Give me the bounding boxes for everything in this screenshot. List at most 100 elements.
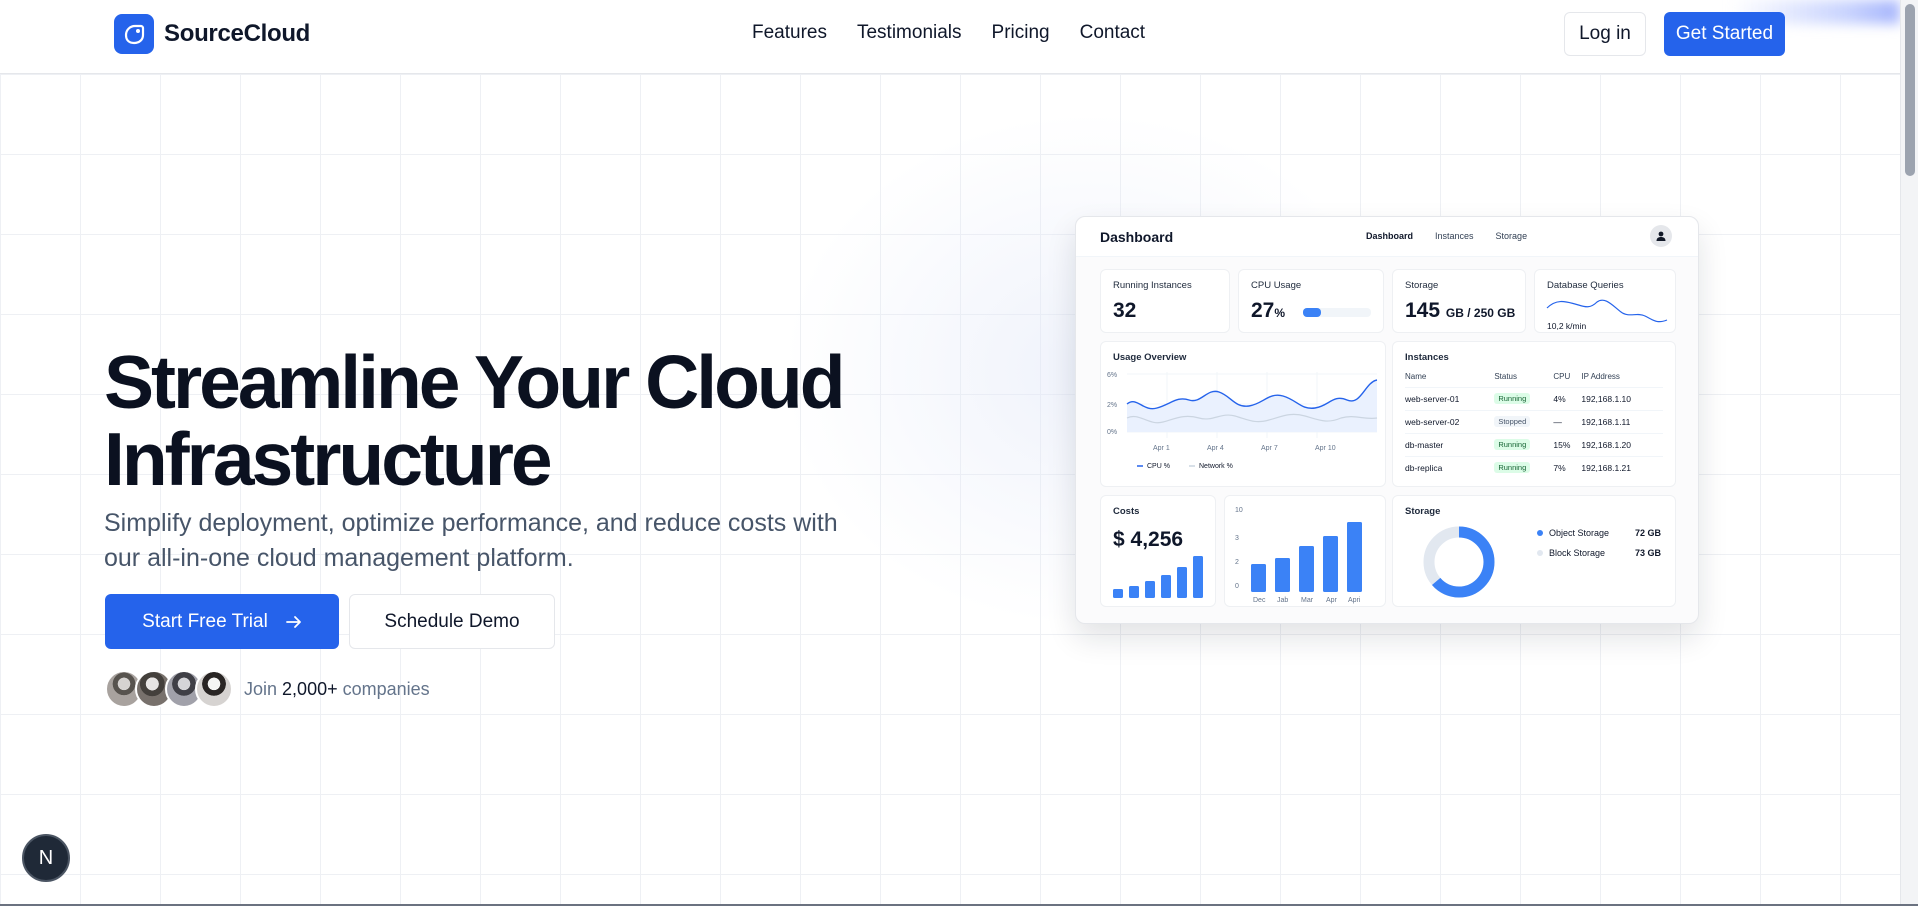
- nav-testimonials[interactable]: Testimonials: [857, 22, 962, 44]
- costs-card: Costs $ 4,256: [1100, 495, 1216, 607]
- legend-label: Object Storage: [1549, 528, 1610, 538]
- start-free-trial-button[interactable]: Start Free Trial: [105, 594, 339, 649]
- y-tick-label: 10: [1235, 507, 1243, 514]
- storage-donut-chart: [1423, 526, 1495, 598]
- brand-logo[interactable]: SourceCloud: [114, 14, 310, 54]
- instance-ip: 192,168.1.21: [1581, 456, 1663, 479]
- status-badge: Running: [1494, 439, 1531, 450]
- login-button[interactable]: Log in: [1564, 12, 1646, 56]
- costs-title: Costs: [1113, 506, 1140, 517]
- storage-label: Storage: [1405, 280, 1439, 291]
- cpu-usage-card: CPU Usage 27%: [1238, 269, 1384, 333]
- hero-title-line2: Infrastructure: [104, 417, 553, 501]
- status-badge: Running: [1494, 462, 1531, 473]
- instance-ip: 192,168.1.20: [1581, 433, 1663, 457]
- mini-bar: [1193, 556, 1203, 598]
- n-badge-button[interactable]: N: [22, 834, 70, 882]
- tab-dashboard[interactable]: Dashboard: [1366, 231, 1413, 241]
- cloud-logo-icon: [114, 14, 154, 54]
- main-nav: Features Testimonials Pricing Contact: [752, 22, 1145, 44]
- customer-avatars: [105, 670, 233, 708]
- instance-cpu: 4%: [1553, 387, 1582, 411]
- column-header: Status: [1494, 372, 1517, 381]
- dashboard-tabs: Dashboard Instances Storage: [1366, 231, 1527, 241]
- x-tick-label: Mar: [1301, 597, 1314, 604]
- join-count: 2,000+: [282, 679, 338, 699]
- legend-label: Block Storage: [1549, 548, 1606, 558]
- x-tick-label: Jab: [1277, 597, 1288, 604]
- table-row[interactable]: db-master Running 15% 192,168.1.20: [1405, 433, 1663, 457]
- get-started-button[interactable]: Get Started: [1664, 12, 1785, 56]
- running-instances-label: Running Instances: [1113, 280, 1192, 291]
- cpu-usage-value: 27: [1251, 299, 1275, 322]
- tab-instances[interactable]: Instances: [1435, 231, 1474, 241]
- cost-bar: [1251, 564, 1266, 592]
- instance-cpu: 15%: [1553, 433, 1582, 457]
- table-header-row: Name Status CPU IP Address: [1405, 372, 1663, 388]
- hero-title: Streamline Your Cloud Infrastructure: [104, 344, 864, 498]
- running-instances-value: 32: [1113, 299, 1137, 322]
- cpu-usage-bar: [1303, 308, 1371, 317]
- database-queries-card: Database Queries 10,2 k/min: [1534, 269, 1676, 333]
- mini-bar: [1177, 567, 1187, 598]
- x-tick-label: Dec: [1253, 597, 1266, 604]
- y-tick-label: 0: [1235, 583, 1239, 590]
- storage-breakdown-card: Storage Object Storage 72 GB Block Stora…: [1392, 495, 1676, 607]
- cost-bar: [1323, 536, 1338, 592]
- hero-subtitle: Simplify deployment, optimize performanc…: [104, 509, 838, 572]
- instance-ip: 192,168.1.11: [1581, 410, 1663, 434]
- column-header: IP Address: [1581, 372, 1620, 381]
- database-queries-value: 10,2 k/min: [1547, 321, 1586, 331]
- costs-mini-bars: [1113, 556, 1203, 598]
- nav-pricing[interactable]: Pricing: [992, 22, 1050, 44]
- storage-value-wrap: 145 GB / 250 GB: [1405, 299, 1515, 323]
- vertical-scrollbar[interactable]: [1900, 0, 1918, 906]
- x-tick-label: Apr: [1326, 597, 1338, 604]
- nav-contact[interactable]: Contact: [1080, 22, 1145, 44]
- nav-features[interactable]: Features: [752, 22, 827, 44]
- y-tick-label: 2%: [1107, 402, 1117, 409]
- status-badge: Running: [1494, 393, 1531, 404]
- tab-storage[interactable]: Storage: [1496, 231, 1528, 241]
- table-row[interactable]: web-server-02 Stopped — 192,168.1.11: [1405, 410, 1663, 434]
- table-row[interactable]: web-server-01 Running 4% 192,168.1.10: [1405, 387, 1663, 411]
- user-icon[interactable]: [1650, 225, 1672, 247]
- y-tick-label: 2: [1235, 559, 1239, 566]
- cost-bar: [1347, 522, 1362, 592]
- column-header: Name: [1405, 372, 1427, 381]
- instances-table: Name Status CPU IP Address web-server-01…: [1405, 372, 1663, 479]
- usage-overview-card: Usage Overview 6% 2% 0% Apr 1 Apr 4 Apr …: [1100, 341, 1386, 487]
- x-tick-label: Apr 4: [1207, 445, 1224, 452]
- top-navbar: SourceCloud Features Testimonials Pricin…: [0, 0, 1900, 74]
- legend-block-storage: Block Storage 73 GB: [1537, 548, 1661, 558]
- cpu-usage-label: CPU Usage: [1251, 280, 1302, 291]
- instance-name: db-master: [1405, 433, 1495, 457]
- dashboard-title: Dashboard: [1100, 229, 1174, 245]
- instance-cpu: 7%: [1553, 456, 1582, 479]
- y-tick-label: 3: [1235, 535, 1239, 542]
- cpu-legend-label: CPU %: [1147, 463, 1170, 470]
- table-row[interactable]: db-replica Running 7% 192,168.1.21: [1405, 456, 1663, 479]
- scrollbar-thumb[interactable]: [1905, 4, 1915, 176]
- hero-title-line1: Streamline Your Cloud: [104, 340, 846, 424]
- avatar: [195, 670, 233, 708]
- mini-bar: [1129, 586, 1139, 598]
- join-suffix: companies: [342, 679, 430, 699]
- y-tick-label: 6%: [1107, 372, 1117, 379]
- instances-card: Instances Name Status CPU IP Address web…: [1392, 341, 1676, 487]
- join-companies-text: Join 2,000+ companies: [244, 679, 430, 700]
- legend-object-storage: Object Storage 72 GB: [1537, 528, 1661, 538]
- cost-bar: [1299, 546, 1314, 592]
- mini-bar: [1145, 581, 1155, 598]
- start-free-trial-label: Start Free Trial: [142, 610, 268, 632]
- cost-bar: [1275, 558, 1290, 592]
- status-badge: Stopped: [1494, 416, 1531, 427]
- schedule-demo-button[interactable]: Schedule Demo: [349, 594, 555, 649]
- legend-swatch: [1537, 550, 1543, 556]
- storage-breakdown-title: Storage: [1405, 506, 1441, 517]
- mini-bar: [1113, 589, 1123, 598]
- mini-bar: [1161, 575, 1171, 598]
- cpu-usage-value-wrap: 27%: [1251, 299, 1285, 323]
- x-tick-label: Apri: [1348, 597, 1361, 604]
- column-header: CPU: [1553, 372, 1571, 381]
